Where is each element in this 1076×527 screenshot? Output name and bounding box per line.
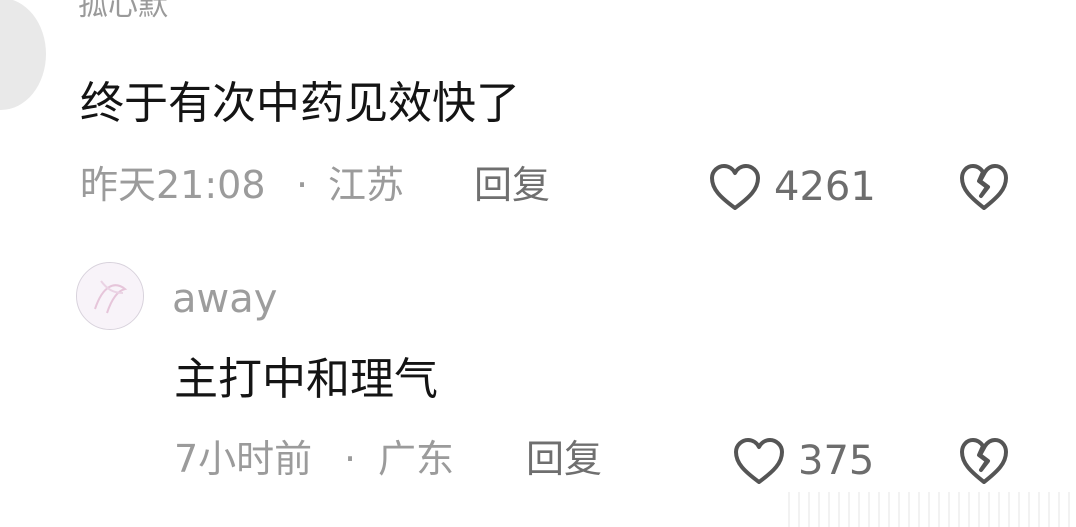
watermark [780,492,1076,527]
heart-outline-icon[interactable] [732,436,786,486]
comment-separator: · [296,163,309,207]
broken-heart-icon[interactable] [958,162,1010,212]
broken-heart-icon[interactable] [958,436,1010,486]
comment-text: 终于有次中药见效快了 [80,78,520,129]
reply-time: 7小时前 [174,437,313,481]
comment-username[interactable]: 孤心默 [78,0,168,26]
reply-location: 广东 [378,437,455,481]
reply-separator: · [344,437,357,481]
avatar[interactable] [0,0,46,110]
reply-like-count: 375 [798,438,875,484]
comment-location: 江苏 [328,163,405,207]
comment-like-count: 4261 [774,164,876,210]
reply-text: 主打中和理气 [174,354,438,405]
comment-reply-button[interactable]: 回复 [474,160,550,210]
comment-time: 昨天21:08 [80,163,266,207]
heart-outline-icon[interactable] [708,162,762,212]
reply-username[interactable]: away [172,274,277,324]
reply-reply-button[interactable]: 回复 [526,434,602,484]
reply-avatar[interactable] [76,262,144,330]
